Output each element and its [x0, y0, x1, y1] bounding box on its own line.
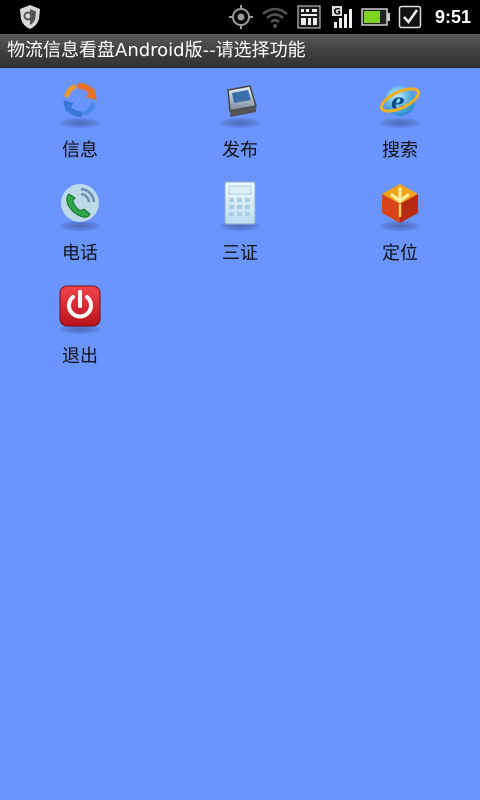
- wifi-icon: [261, 4, 289, 30]
- check-notification-icon: [398, 4, 422, 30]
- power-icon: [56, 282, 104, 330]
- menu-item-label: 电话: [62, 243, 98, 264]
- title-bar: 物流信息看盘Android版--请选择功能: [0, 34, 480, 68]
- menu-item-label: 发布: [222, 140, 258, 161]
- scanner-icon: [216, 76, 264, 124]
- menu-item-locate[interactable]: 定位: [320, 171, 480, 274]
- menu-item-label: 退出: [62, 346, 98, 367]
- phone-icon: [56, 179, 104, 227]
- menu-item-label: 信息: [62, 140, 98, 161]
- battery-icon: [361, 4, 391, 30]
- status-bar: G 9:51: [0, 0, 480, 34]
- menu-item-label: 搜索: [382, 140, 418, 161]
- calculator-icon: [216, 179, 264, 227]
- svg-text:G: G: [334, 8, 341, 18]
- browser-icon: e: [376, 76, 424, 124]
- menu-item-certificates[interactable]: 三证: [160, 171, 320, 274]
- menu-item-label: 定位: [382, 243, 418, 264]
- menu-item-phone[interactable]: 电话: [0, 171, 160, 274]
- page-title: 物流信息看盘Android版--请选择功能: [7, 40, 306, 61]
- locate-cube-icon: [376, 179, 424, 227]
- menu-item-search[interactable]: e 搜索: [320, 68, 480, 171]
- gps-icon: [228, 4, 254, 30]
- menu-item-info[interactable]: 信息: [0, 68, 160, 171]
- shield-icon: [18, 4, 42, 30]
- menu-item-exit[interactable]: 退出: [0, 274, 160, 377]
- clock-time: 9:51: [434, 7, 471, 27]
- edge-signal-icon: G: [331, 4, 355, 30]
- menu-item-publish[interactable]: 发布: [160, 68, 320, 171]
- sync-icon: [56, 76, 104, 124]
- signal-test-icon: [297, 4, 321, 30]
- menu-item-label: 三证: [222, 243, 258, 264]
